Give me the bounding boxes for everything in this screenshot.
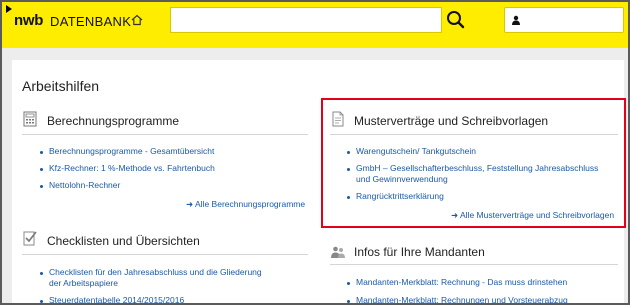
link-berechnung-2[interactable]: Kfz-Rechner: 1 %-Methode vs. Fahrtenbuch [49,163,309,174]
more-link-berechnung[interactable]: ➜ Alle Berechnungsprogramme [186,199,305,210]
home-icon[interactable] [131,14,143,26]
bullet [40,168,43,171]
search-input[interactable] [170,7,442,33]
bullet [40,300,43,303]
logo-flag-icon [6,5,12,13]
user-menu[interactable] [504,7,624,33]
calculator-icon [23,111,37,127]
divider [330,264,618,265]
users-icon [331,246,345,258]
card-title-berechnung: Berechnungsprogramme [47,114,180,128]
divider [22,134,308,135]
main-content: Arbeitshilfen Berechnungsprogramme Berec… [12,60,626,303]
logo-nwb[interactable]: nwb [14,12,43,29]
search-icon [447,11,465,29]
app-frame: nwb DATENBANK Arbeitshilfen Berechnungsp… [2,2,628,303]
checklist-icon [23,231,37,246]
link-berechnung-1[interactable]: Berechnungsprogramme - Gesamtübersicht [49,146,309,157]
highlight-box [321,98,626,228]
logo-datenbank[interactable]: DATENBANK [50,14,131,29]
page-title: Arbeitshilfen [22,78,100,94]
card-title-mandanten: Infos für Ihre Mandanten [354,245,485,259]
top-bar: nwb DATENBANK [2,2,628,48]
bullet [40,272,43,275]
card-title-checklisten: Checklisten und Übersichten [47,234,200,248]
bullet [40,151,43,154]
search-button[interactable] [442,7,470,33]
link-berechnung-3[interactable]: Nettolohn-Rechner [49,180,309,191]
arrow-right-icon: ➜ [186,199,196,209]
divider [22,254,308,255]
link-mandanten-2[interactable]: Mandanten-Merkblatt: Rechnungen und Vors… [356,295,614,303]
bullet [40,185,43,188]
more-link-label: Alle Berechnungsprogramme [195,199,306,209]
link-mandanten-1[interactable]: Mandanten-Merkblatt: Rechnung - Das muss… [356,277,614,288]
user-icon [512,15,520,25]
link-checklisten-1[interactable]: Checklisten für den Jahresabschluss und … [49,267,271,289]
link-checklisten-2[interactable]: Steuerdatentabelle 2014/2015/2016 [49,295,309,303]
bullet [347,300,350,303]
bullet [347,282,350,285]
